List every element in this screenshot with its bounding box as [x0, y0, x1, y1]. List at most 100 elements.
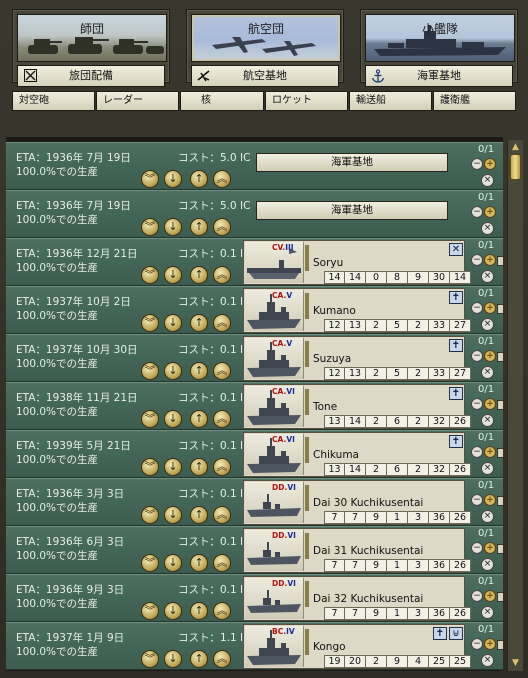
delete-row-icon[interactable]: ×	[481, 654, 494, 667]
move-down-icon[interactable]: ↓	[164, 506, 182, 524]
decrease-count-icon[interactable]: −	[471, 254, 483, 266]
select-checkbox[interactable]	[497, 592, 503, 602]
move-to-top-icon[interactable]: ︽	[213, 458, 231, 476]
move-to-bottom-icon[interactable]: ︾	[141, 266, 159, 284]
delete-row-icon[interactable]: ×	[481, 222, 494, 235]
move-down-icon[interactable]: ↓	[164, 314, 182, 332]
increase-count-icon[interactable]: +	[484, 206, 496, 218]
decrease-count-icon[interactable]: −	[471, 446, 483, 458]
filter-escort[interactable]: 護衛艦	[433, 91, 516, 111]
move-up-icon[interactable]: ↑	[190, 602, 208, 620]
select-checkbox[interactable]	[497, 448, 503, 458]
move-up-icon[interactable]: ↑	[190, 650, 208, 668]
move-up-icon[interactable]: ↑	[190, 362, 208, 380]
queue-scrollbar[interactable]: ▲ ▼	[507, 140, 523, 671]
move-to-bottom-icon[interactable]: ︾	[141, 410, 159, 428]
select-checkbox[interactable]	[497, 256, 503, 266]
move-to-top-icon[interactable]: ︽	[213, 602, 231, 620]
naval-base-item[interactable]: 海軍基地	[256, 153, 448, 172]
move-down-icon[interactable]: ↓	[164, 266, 182, 284]
increase-count-icon[interactable]: +	[484, 350, 496, 362]
increase-count-icon[interactable]: +	[484, 158, 496, 170]
decrease-count-icon[interactable]: −	[471, 494, 483, 506]
move-down-icon[interactable]: ↓	[164, 602, 182, 620]
move-up-icon[interactable]: ↑	[190, 554, 208, 572]
decrease-count-icon[interactable]: −	[471, 638, 483, 650]
move-down-icon[interactable]: ↓	[164, 170, 182, 188]
ship-card[interactable]: DD.VI Dai 32 Kuchikusentai 7 7 9 1 3 36 26	[243, 576, 471, 621]
scroll-up-arrow-icon[interactable]: ▲	[510, 142, 521, 152]
move-up-icon[interactable]: ↑	[190, 170, 208, 188]
decrease-count-icon[interactable]: −	[471, 398, 483, 410]
move-to-bottom-icon[interactable]: ︾	[141, 602, 159, 620]
decrease-count-icon[interactable]: −	[471, 590, 483, 602]
select-checkbox[interactable]	[497, 304, 503, 314]
move-up-icon[interactable]: ↑	[190, 218, 208, 236]
navy-tab[interactable]: 小艦隊	[365, 14, 515, 62]
move-to-top-icon[interactable]: ︽	[213, 554, 231, 572]
delete-row-icon[interactable]: ×	[481, 174, 494, 187]
increase-count-icon[interactable]: +	[484, 254, 496, 266]
ship-card[interactable]: CA.VI Chikuma 13 14 2 6 2 32 26 ✝	[243, 432, 471, 477]
scroll-down-arrow-icon[interactable]: ▼	[510, 658, 521, 668]
delete-row-icon[interactable]: ×	[481, 462, 494, 475]
delete-row-icon[interactable]: ×	[481, 318, 494, 331]
select-checkbox[interactable]	[497, 496, 503, 506]
move-to-bottom-icon[interactable]: ︾	[141, 314, 159, 332]
move-up-icon[interactable]: ↑	[190, 506, 208, 524]
select-checkbox[interactable]	[497, 352, 503, 362]
increase-count-icon[interactable]: +	[484, 494, 496, 506]
move-down-icon[interactable]: ↓	[164, 650, 182, 668]
increase-count-icon[interactable]: +	[484, 398, 496, 410]
delete-row-icon[interactable]: ×	[481, 414, 494, 427]
increase-count-icon[interactable]: +	[484, 302, 496, 314]
increase-count-icon[interactable]: +	[484, 590, 496, 602]
naval-base-button[interactable]: 海軍基地	[365, 65, 513, 87]
decrease-count-icon[interactable]: −	[471, 302, 483, 314]
filter-transport[interactable]: 輸送船	[349, 91, 432, 111]
move-up-icon[interactable]: ↑	[190, 458, 208, 476]
move-to-top-icon[interactable]: ︽	[213, 410, 231, 428]
ship-card[interactable]: CA.V Suzuya 12 13 2 5 2 33 27 ✝	[243, 336, 471, 381]
move-to-bottom-icon[interactable]: ︾	[141, 458, 159, 476]
select-checkbox[interactable]	[497, 544, 503, 554]
division-tab[interactable]: 師団	[17, 14, 167, 62]
filter-nuclear[interactable]: 核	[180, 91, 264, 111]
increase-count-icon[interactable]: +	[484, 638, 496, 650]
filter-rocket[interactable]: ロケット	[265, 91, 348, 111]
air-tab[interactable]: 航空団	[191, 14, 341, 62]
decrease-count-icon[interactable]: −	[471, 158, 483, 170]
select-checkbox[interactable]	[497, 640, 503, 650]
scroll-thumb[interactable]	[510, 154, 521, 180]
move-to-top-icon[interactable]: ︽	[213, 362, 231, 380]
delete-row-icon[interactable]: ×	[481, 366, 494, 379]
move-to-top-icon[interactable]: ︽	[213, 266, 231, 284]
ship-card[interactable]: DD.VI Dai 31 Kuchikusentai 7 7 9 1 3 36 26	[243, 528, 471, 573]
ship-card[interactable]: CV.III Soryu 14 14 0 8 9 30 14 ✕	[243, 240, 471, 285]
move-to-bottom-icon[interactable]: ︾	[141, 554, 159, 572]
move-down-icon[interactable]: ↓	[164, 554, 182, 572]
delete-row-icon[interactable]: ×	[481, 270, 494, 283]
move-to-top-icon[interactable]: ︽	[213, 170, 231, 188]
ship-card[interactable]: DD.VI Dai 30 Kuchikusentai 7 7 9 1 3 36 26	[243, 480, 471, 525]
ship-card[interactable]: CA.V Kumano 12 13 2 5 2 33 27 ✝	[243, 288, 471, 333]
filter-radar[interactable]: レーダー	[96, 91, 179, 111]
move-to-top-icon[interactable]: ︽	[213, 314, 231, 332]
move-down-icon[interactable]: ↓	[164, 218, 182, 236]
move-down-icon[interactable]: ↓	[164, 410, 182, 428]
move-to-bottom-icon[interactable]: ︾	[141, 170, 159, 188]
naval-base-item[interactable]: 海軍基地	[256, 201, 448, 220]
move-to-bottom-icon[interactable]: ︾	[141, 218, 159, 236]
delete-row-icon[interactable]: ×	[481, 510, 494, 523]
move-down-icon[interactable]: ↓	[164, 458, 182, 476]
move-to-top-icon[interactable]: ︽	[213, 218, 231, 236]
decrease-count-icon[interactable]: −	[471, 350, 483, 362]
increase-count-icon[interactable]: +	[484, 446, 496, 458]
select-checkbox[interactable]	[497, 400, 503, 410]
move-to-bottom-icon[interactable]: ︾	[141, 362, 159, 380]
decrease-count-icon[interactable]: −	[471, 542, 483, 554]
ship-card[interactable]: BC.IV Kongo 19 20 2 9 4 25 25 ✝ ⊎	[243, 624, 471, 669]
delete-row-icon[interactable]: ×	[481, 558, 494, 571]
move-to-bottom-icon[interactable]: ︾	[141, 506, 159, 524]
decrease-count-icon[interactable]: −	[471, 206, 483, 218]
